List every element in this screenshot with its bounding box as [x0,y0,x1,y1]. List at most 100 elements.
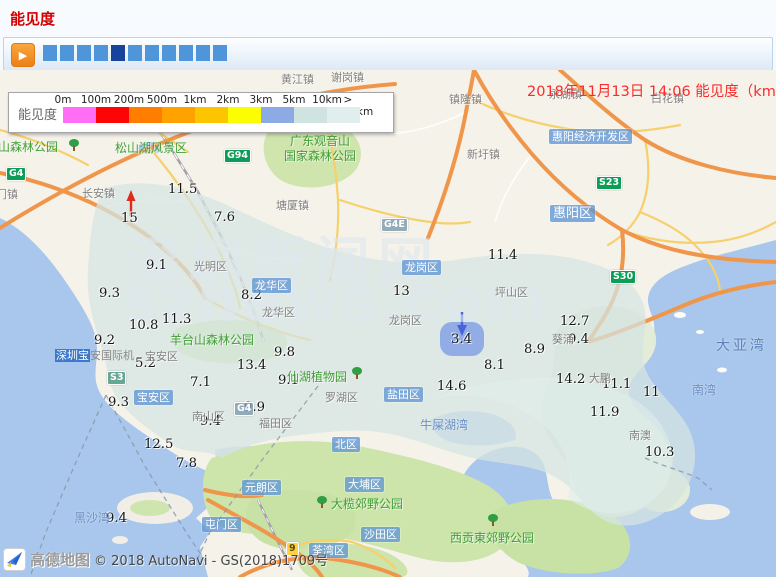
visibility-app: 能见度 ▶ [0,0,776,577]
airport-label: 深圳宝安国际机 [55,347,134,363]
water-label: 南湾 [692,381,716,398]
town-label: 新圩镇 [467,146,500,162]
map-value-label: 8.9 [524,342,545,357]
legend-swatch [63,107,96,123]
map-value-label: 13 [393,284,410,299]
tree-icon [68,139,80,152]
timeline-frame-7[interactable] [145,45,159,61]
tree-icon [316,496,328,509]
district-badge: 宝安区 [134,390,173,405]
district-badge: 沙田区 [361,527,400,542]
legend-swatch [129,107,162,123]
map-value-label: 9.3 [108,395,129,410]
road-badge-S30: S30 [610,270,636,284]
island-green [130,500,170,516]
town-label: 福田区 [259,415,292,431]
legend-tick: 2km [217,94,240,106]
map-value-label: 12.7 [560,314,589,329]
map-value-label: 11.4 [488,248,517,263]
map-value-label: 10.3 [645,445,674,460]
road-badge-S3: S3 [107,371,126,385]
map-value-label: 9.1 [146,258,167,273]
legend-title: 能见度 [18,104,57,123]
town-label: 罗湖区 [325,389,358,405]
play-button[interactable]: ▶ [11,43,35,67]
timeline-frame-4[interactable] [94,45,108,61]
timestamp-label: 2018年11月13日 14:06 能见度（km） [527,80,776,101]
map-value-label: 9.3 [99,286,120,301]
park-label: 松山湖风景区 [115,141,187,156]
district-badge: 惠阳经济开发区 [549,129,632,144]
map-value-label: 14.6 [437,379,466,394]
map-value-label: 9.2 [94,333,115,348]
visibility-legend: 能见度 0m100m200m500m1km2km3km5km10km> 10km [8,92,394,133]
playback-toolbar: ▶ [3,37,773,71]
legend-swatch [294,107,327,123]
tree-icon [487,514,499,527]
district-badge: 屯门区 [202,517,241,532]
park-label: 羊台山森林公园 [170,333,254,348]
legend-swatch [96,107,129,123]
park-label: 广东观音山国家森林公园 [284,134,356,164]
map-value-label: 7.1 [190,375,211,390]
map-value-label: 15 [121,211,138,226]
amap-brand[interactable]: 高德地图 [30,549,90,570]
airport-label-rest: 安国际机 [90,349,134,362]
map-attribution: 高德地图 © 2018 AutoNavi - GS(2018)1709号 [3,548,328,571]
legend-tick: 0m [55,94,72,106]
timeline-frame-1[interactable] [43,45,57,61]
map-value-label: 11 [643,385,660,400]
map-value-label: 10.8 [129,318,158,333]
park-label: 山森林公园 [0,140,58,155]
legend-swatch [228,107,261,123]
timeline-frame-2[interactable] [60,45,74,61]
water-label: 黑沙湾 [74,509,110,526]
timeline-frame-6[interactable] [128,45,142,61]
island [674,312,686,318]
map-value-label: 11.9 [590,405,619,420]
town-label: 葵涌 [552,331,574,347]
town-label: 龙华区 [262,304,295,320]
district-badge: 龙华区 [252,278,291,293]
district-badge: 元朗区 [242,480,281,495]
district-badge: 盐田区 [384,387,423,402]
legend-tick: 5km [283,94,306,106]
amap-logo-icon[interactable] [3,548,26,571]
road-badge-G94: G94 [224,149,251,163]
legend-tick: 500m [147,94,177,106]
timeline-frame-8[interactable] [162,45,176,61]
timeline-frame-5[interactable] [111,45,125,61]
legend-tick: 10km [312,94,342,106]
legend-swatch [195,107,228,123]
road-badge-G4E: G4E [381,218,408,232]
legend-tick: 100m [81,94,111,106]
legend-swatch [162,107,195,123]
legend-tick: 1km [184,94,207,106]
town-label: 黄江镇 [281,71,314,87]
road-badge-G4: G4 [6,167,26,181]
timeline-frame-10[interactable] [196,45,210,61]
map-value-label: 9.8 [274,345,295,360]
road-badge-S23: S23 [596,176,622,190]
town-label: 龙岗区 [389,312,422,328]
timeline-frame-3[interactable] [77,45,91,61]
map-value-label: 14.2 [556,372,585,387]
town-label: 塘厦镇 [276,197,309,213]
town-label: 镇隆镇 [449,91,482,107]
town-label: 大鹏 [589,370,611,386]
timeline-frame-9[interactable] [179,45,193,61]
town-label: 光明区 [194,258,227,274]
tree-icon [351,367,363,380]
road-badge-G4: G4 [234,402,254,416]
district-badge: 北区 [332,437,360,452]
town-label: 谢岗镇 [331,70,364,85]
town-label: 宝安区 [145,348,178,364]
map-value-label: 13.4 [237,358,266,373]
map-value-label: 7.6 [214,210,235,225]
legend-swatch [261,107,294,123]
island [690,504,730,520]
district-badge: 大埔区 [345,477,384,492]
map-value-label: 11.5 [168,182,197,197]
timeline-frame-11[interactable] [213,45,227,61]
legend-tick: 200m [114,94,144,106]
